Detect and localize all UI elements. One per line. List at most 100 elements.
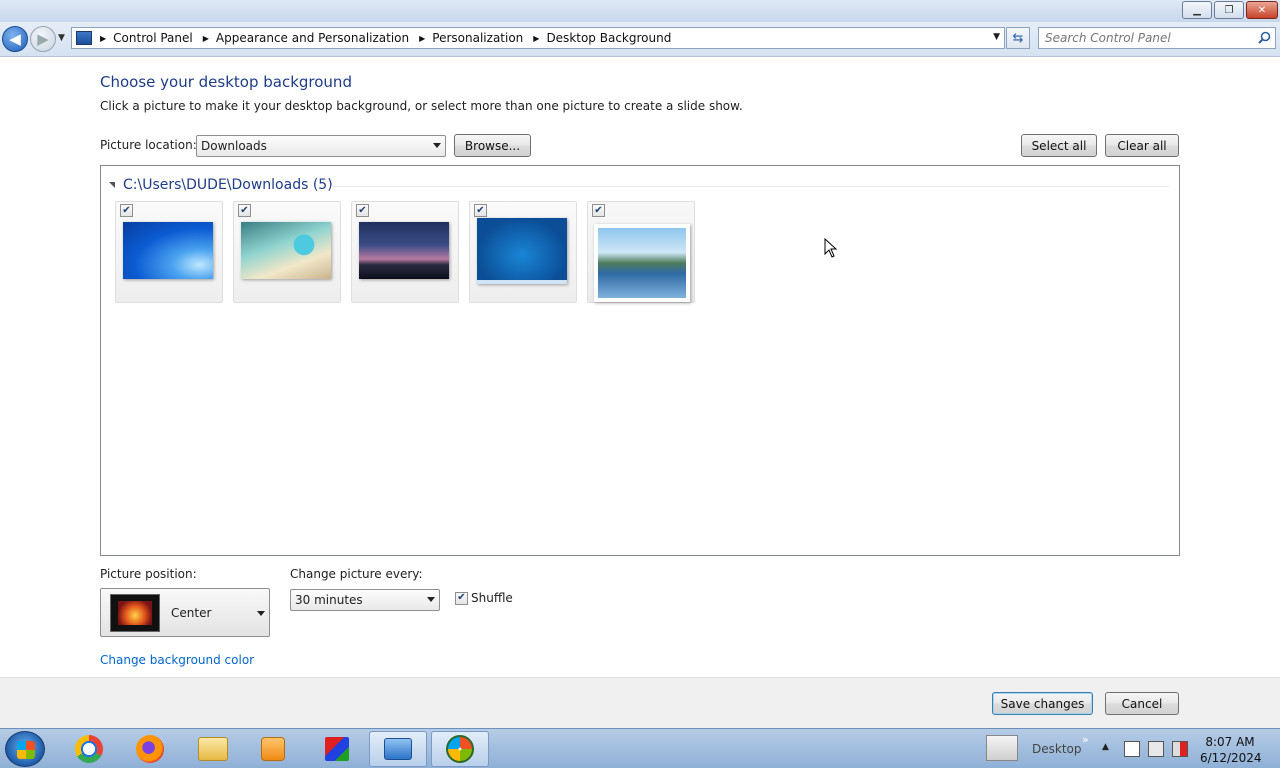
thumbnail-checkbox[interactable]: ✔ <box>474 204 487 217</box>
taskbar-app-firefox[interactable] <box>121 731 179 767</box>
tablet-input-icon[interactable] <box>986 735 1018 761</box>
control-panel-icon <box>384 738 412 760</box>
breadcrumb: ▶ Control Panel ▶ Appearance and Persona… <box>100 31 681 45</box>
desktop-toolbar-label[interactable]: Desktop <box>1032 742 1082 756</box>
clear-all-button[interactable]: Clear all <box>1105 134 1179 157</box>
save-changes-button[interactable]: Save changes <box>992 692 1093 715</box>
page-title: Choose your desktop background <box>100 73 352 91</box>
close-button[interactable]: ✕ <box>1246 1 1278 19</box>
picture-position-label: Picture position: <box>100 567 197 581</box>
taskbar-app-explorer[interactable] <box>184 731 242 767</box>
thumbnail-checkbox[interactable]: ✔ <box>238 204 251 217</box>
media-player-icon <box>261 737 285 761</box>
recent-pages-dropdown[interactable]: ▼ <box>58 33 65 43</box>
close-icon: ✕ <box>1257 4 1267 16</box>
wallpaper-thumbnail[interactable]: ✔ <box>351 201 459 303</box>
picture-position-value: Center <box>171 606 212 620</box>
change-picture-label: Change picture every: <box>290 567 423 581</box>
shuffle-option[interactable]: ✔ Shuffle <box>455 591 513 605</box>
search-input[interactable] <box>1045 31 1245 45</box>
firefox-icon <box>136 735 164 763</box>
picture-location-value: Downloads <box>201 139 267 153</box>
breadcrumb-separator-icon[interactable]: ▶ <box>203 34 209 43</box>
restore-icon: ❐ <box>1224 4 1234 16</box>
dropdown-arrow-icon <box>433 143 441 148</box>
mouse-cursor-icon <box>824 238 838 258</box>
change-interval-value: 30 minutes <box>295 593 363 607</box>
address-dropdown-icon[interactable]: ▼ <box>993 32 1000 42</box>
page-description: Click a picture to make it your desktop … <box>100 99 743 113</box>
collapse-triangle-icon[interactable] <box>109 182 115 188</box>
taskbar: Desktop » ▲ 8:07 AM 6/12/2024 <box>0 728 1280 768</box>
minimize-button[interactable]: ▁ <box>1182 1 1212 19</box>
windows-logo-icon <box>17 741 35 759</box>
toolbar-expand-icon[interactable]: » <box>1082 733 1089 746</box>
action-center-icon[interactable] <box>1124 741 1140 757</box>
system-clock[interactable]: 8:07 AM 6/12/2024 <box>1200 734 1262 766</box>
restore-button[interactable]: ❐ <box>1214 1 1244 19</box>
coastline-landscape-wallpaper <box>594 224 690 302</box>
breadcrumb-separator-icon[interactable]: ▶ <box>419 34 425 43</box>
dropdown-arrow-icon <box>427 597 435 602</box>
taskbar-app-control-panel[interactable] <box>369 731 427 767</box>
position-preview-icon <box>110 594 160 632</box>
thumbnail-checkbox[interactable]: ✔ <box>120 204 133 217</box>
back-button[interactable]: ◀ <box>2 26 28 52</box>
shuffle-label: Shuffle <box>471 591 513 605</box>
show-hidden-icons-icon[interactable]: ▲ <box>1102 742 1109 752</box>
navigation-bar: ◀ ▶ ▼ ▶ Control Panel ▶ Appearance and P… <box>0 22 1280 57</box>
picture-location-select[interactable]: Downloads <box>196 135 446 157</box>
group-divider <box>331 186 1169 187</box>
breadcrumb-separator-icon[interactable]: ▶ <box>533 34 539 43</box>
clock-date: 6/12/2024 <box>1200 751 1262 765</box>
wallpaper-thumbnail[interactable]: ✔ <box>469 201 577 303</box>
taskbar-app-chrome[interactable] <box>60 731 118 767</box>
shuffle-checkbox[interactable]: ✔ <box>455 591 468 605</box>
wallpaper-thumbnail[interactable]: ✔ <box>587 201 695 303</box>
breadcrumb-item-control-panel[interactable]: Control Panel <box>113 31 193 45</box>
refresh-icon: ⇆ <box>1012 30 1024 46</box>
change-background-color-link[interactable]: Change background color <box>100 653 254 667</box>
thumbnail-checkbox[interactable]: ✔ <box>592 204 605 217</box>
windows-orb-icon <box>446 735 474 763</box>
taskbar-app-windows-orb[interactable] <box>431 731 489 767</box>
volume-muted-icon[interactable] <box>1172 741 1188 757</box>
wallpaper-thumbnail[interactable]: ✔ <box>233 201 341 303</box>
forward-button[interactable]: ▶ <box>30 26 56 52</box>
refresh-button[interactable]: ⇆ <box>1006 27 1030 49</box>
start-button[interactable] <box>5 731 45 767</box>
wallpaper-thumbnail[interactable]: ✔ <box>115 201 223 303</box>
address-bar[interactable]: ▶ Control Panel ▶ Appearance and Persona… <box>71 27 1005 49</box>
thumbnail-checkbox[interactable]: ✔ <box>356 204 369 217</box>
window-controls: ▁ ❐ ✕ <box>1180 1 1278 19</box>
minimize-icon: ▁ <box>1193 4 1201 16</box>
blue-desktop-screenshot <box>477 218 567 284</box>
breadcrumb-separator-icon[interactable]: ▶ <box>100 34 106 43</box>
breadcrumb-item-appearance[interactable]: Appearance and Personalization <box>216 31 409 45</box>
paint-3d-icon <box>325 737 349 761</box>
breadcrumb-item-desktop-background[interactable]: Desktop Background <box>546 31 671 45</box>
blue-abstract-wallpaper <box>123 222 213 279</box>
search-box[interactable] <box>1038 27 1276 49</box>
back-arrow-icon: ◀ <box>9 30 21 48</box>
taskbar-app-paint[interactable] <box>308 731 366 767</box>
taskbar-app-media-player[interactable] <box>244 731 302 767</box>
change-interval-select[interactable]: 30 minutes <box>290 589 440 611</box>
forward-arrow-icon: ▶ <box>37 30 49 48</box>
clock-time: 8:07 AM <box>1205 735 1255 749</box>
select-all-button[interactable]: Select all <box>1021 134 1097 157</box>
picture-gallery[interactable]: C:\Users\DUDE\Downloads (5) ✔ ✔ ✔ ✔ ✔ <box>100 165 1180 556</box>
dropdown-arrow-icon <box>257 611 265 616</box>
cancel-button[interactable]: Cancel <box>1105 692 1179 715</box>
group-title: C:\Users\DUDE\Downloads (5) <box>123 177 333 193</box>
chrome-icon <box>75 735 103 763</box>
sunset-pier-wallpaper <box>359 222 449 279</box>
network-icon[interactable] <box>1148 741 1164 757</box>
picture-position-select[interactable]: Center <box>100 588 270 637</box>
control-panel-icon <box>76 31 92 45</box>
group-header[interactable]: C:\Users\DUDE\Downloads (5) <box>109 177 333 193</box>
search-icon[interactable] <box>1258 31 1271 44</box>
browse-button[interactable]: Browse... <box>454 134 531 157</box>
cartoon-character-wallpaper <box>241 222 331 279</box>
breadcrumb-item-personalization[interactable]: Personalization <box>432 31 523 45</box>
